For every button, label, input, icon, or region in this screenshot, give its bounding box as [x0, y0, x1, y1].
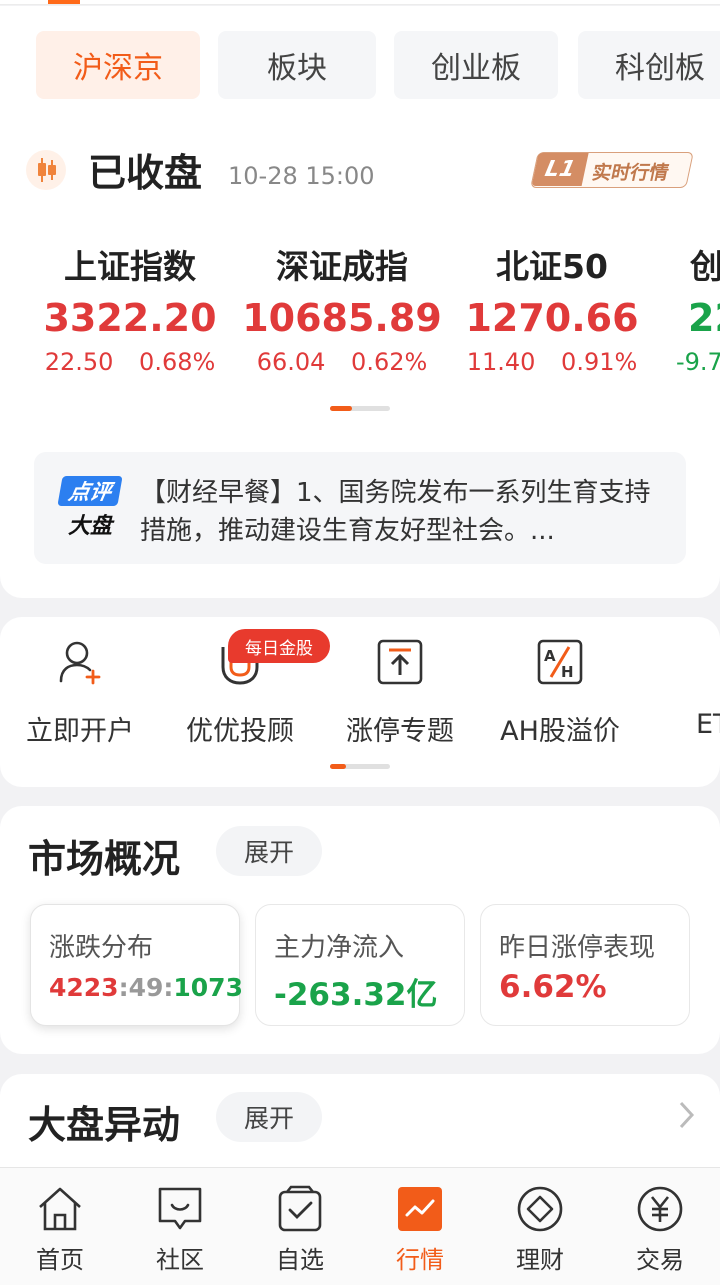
shortcut-label: AH股溢价 [500, 716, 620, 747]
index-name: 深证成指 [276, 247, 408, 286]
bottom-nav: 首页 社区 自选 行情 理财 交易 [0, 1167, 720, 1285]
index-change: 11.40 [466, 348, 536, 376]
index-bse50[interactable]: 北证50 1270.66 11.40 0.91% [446, 242, 658, 380]
shortcut-ah-premium[interactable]: A H AH股溢价 [480, 637, 640, 748]
nav-label: 自选 [276, 1246, 324, 1274]
shortcut-etf[interactable]: ET [640, 637, 720, 740]
section-title: 市场概况 [28, 837, 181, 881]
shortcut-label: 立即开户 [26, 716, 134, 747]
index-change-row: 11.40 0.91% [446, 344, 658, 380]
index-price: 10685.89 [242, 296, 442, 340]
nav-community[interactable]: 社区 [120, 1184, 240, 1275]
stat-main-net-inflow[interactable]: 主力净流入 -263.32亿 [255, 904, 465, 1026]
shortcut-label: 优优投顾 [186, 716, 294, 747]
index-price: 3322.20 [43, 296, 217, 340]
market-comment-banner[interactable]: 点评 大盘 【财经早餐】1、国务院发布一系列生育支持措施，推动建设生育友好型社会… [34, 452, 686, 564]
index-price: 1270.66 [465, 296, 639, 340]
watchlist-icon [275, 1184, 325, 1234]
index-change-row: 22.50 0.68% [24, 344, 236, 380]
up-count: 4223 [49, 973, 119, 1002]
chevron-right-icon[interactable] [678, 1100, 696, 1134]
market-status-time: 10-28 15:00 [228, 162, 375, 190]
stat-value: 6.62% [499, 969, 607, 1005]
market-overview-card: 市场概况 展开 涨跌分布 4223:49:1073 主力净流入 -263.32亿… [0, 806, 720, 1054]
nav-label: 社区 [156, 1246, 204, 1274]
index-pct: 0.91% [561, 348, 638, 376]
stat-label: 涨跌分布 [49, 933, 154, 963]
tab-hushenjing[interactable]: 沪深京 [36, 31, 200, 99]
section-title: 大盘异动 [28, 1103, 181, 1147]
candlestick-icon [26, 150, 66, 190]
index-name: 上证指数 [64, 247, 196, 286]
wealth-icon [515, 1184, 565, 1234]
index-change: 22.50 [44, 348, 114, 376]
community-icon [155, 1184, 205, 1234]
top-divider [0, 0, 720, 5]
index-change-row: 66.04 0.62% [236, 344, 448, 380]
moves-expand-button[interactable]: 展开 [216, 1092, 322, 1142]
nav-wealth[interactable]: 理财 [480, 1184, 600, 1275]
market-comment-badge: 点评 大盘 [56, 476, 123, 540]
shortcut-label: ET [696, 709, 720, 740]
index-pct: 0.62% [351, 348, 428, 376]
l1-badge-text: 实时行情 [590, 162, 671, 184]
market-status: 已收盘 10-28 15:00 L1 实时行情 [26, 148, 706, 204]
nav-watchlist[interactable]: 自选 [240, 1184, 360, 1275]
index-szse[interactable]: 深证成指 10685.89 66.04 0.62% [236, 242, 448, 380]
index-pct: 0.68% [139, 348, 216, 376]
shortcut-limit-up[interactable]: 涨停专题 [320, 637, 480, 748]
nav-market[interactable]: 行情 [360, 1184, 480, 1275]
l1-realtime-badge[interactable]: L1 实时行情 [530, 152, 694, 188]
tab-star-market[interactable]: 科创板 [578, 31, 720, 99]
stat-yesterday-limit-up[interactable]: 昨日涨停表现 6.62% [480, 904, 690, 1026]
etf-icon [695, 637, 720, 687]
index-name: 创 [690, 247, 720, 286]
nav-label: 交易 [636, 1246, 684, 1274]
tab-sector[interactable]: 板块 [218, 31, 376, 99]
nav-label: 理财 [516, 1246, 564, 1274]
top-indicator [48, 0, 80, 4]
stat-label: 主力净流入 [274, 933, 405, 963]
down-count: 1073 [173, 973, 243, 1002]
badge-bottom: 大盘 [67, 514, 112, 539]
home-icon [35, 1184, 85, 1234]
flat-count: 49 [128, 973, 164, 1002]
shortcut-page-indicator [330, 764, 390, 769]
shortcut-open-account[interactable]: 立即开户 [0, 637, 160, 748]
index-chinext-partial[interactable]: 创 22 -9.7 [676, 242, 720, 380]
nav-trade[interactable]: 交易 [600, 1184, 720, 1275]
badge-top: 点评 [57, 476, 123, 506]
carousel-indicator [330, 406, 390, 411]
svg-text:A: A [544, 647, 556, 665]
shortcut-label: 涨停专题 [346, 716, 454, 747]
market-status-title: 已收盘 [88, 151, 203, 195]
ah-premium-icon: A H [535, 637, 585, 687]
news-text: 【财经早餐】1、国务院发布一系列生育支持措施，推动建设生育友好型社会。... [140, 478, 651, 546]
stat-value: -263.32亿 [274, 977, 438, 1013]
index-change: 66.04 [256, 348, 326, 376]
nav-label: 行情 [396, 1246, 444, 1274]
limit-up-icon [375, 637, 425, 687]
l1-level: L1 [531, 153, 589, 186]
overview-expand-button[interactable]: 展开 [216, 826, 322, 876]
market-card: 沪深京 板块 创业板 科创板 已收盘 10-28 15:00 L1 实时行情 上… [0, 6, 720, 598]
market-icon [395, 1184, 445, 1234]
user-plus-icon [55, 637, 105, 687]
shortcut-panel: 立即开户 优优投顾 每日金股 涨停专题 A H AH股溢价 E [0, 617, 720, 787]
stat-value: 4223:49:1073 [49, 973, 243, 1002]
index-name: 北证50 [496, 247, 608, 286]
tab-chinext[interactable]: 创业板 [394, 31, 558, 99]
trade-icon [635, 1184, 685, 1234]
stat-label: 昨日涨停表现 [499, 933, 656, 963]
svg-text:H: H [561, 663, 574, 681]
stat-updown-distribution[interactable]: 涨跌分布 4223:49:1073 [30, 904, 243, 1026]
daily-gold-stock-badge: 每日金股 [228, 629, 330, 663]
nav-label: 首页 [36, 1246, 84, 1274]
index-change: -9.7 [676, 348, 720, 376]
index-carousel[interactable]: 上证指数 3322.20 22.50 0.68% 深证成指 10685.89 6… [0, 242, 720, 392]
index-sse[interactable]: 上证指数 3322.20 22.50 0.68% [24, 242, 236, 380]
index-price: 22 [688, 296, 720, 340]
nav-home[interactable]: 首页 [0, 1184, 120, 1275]
